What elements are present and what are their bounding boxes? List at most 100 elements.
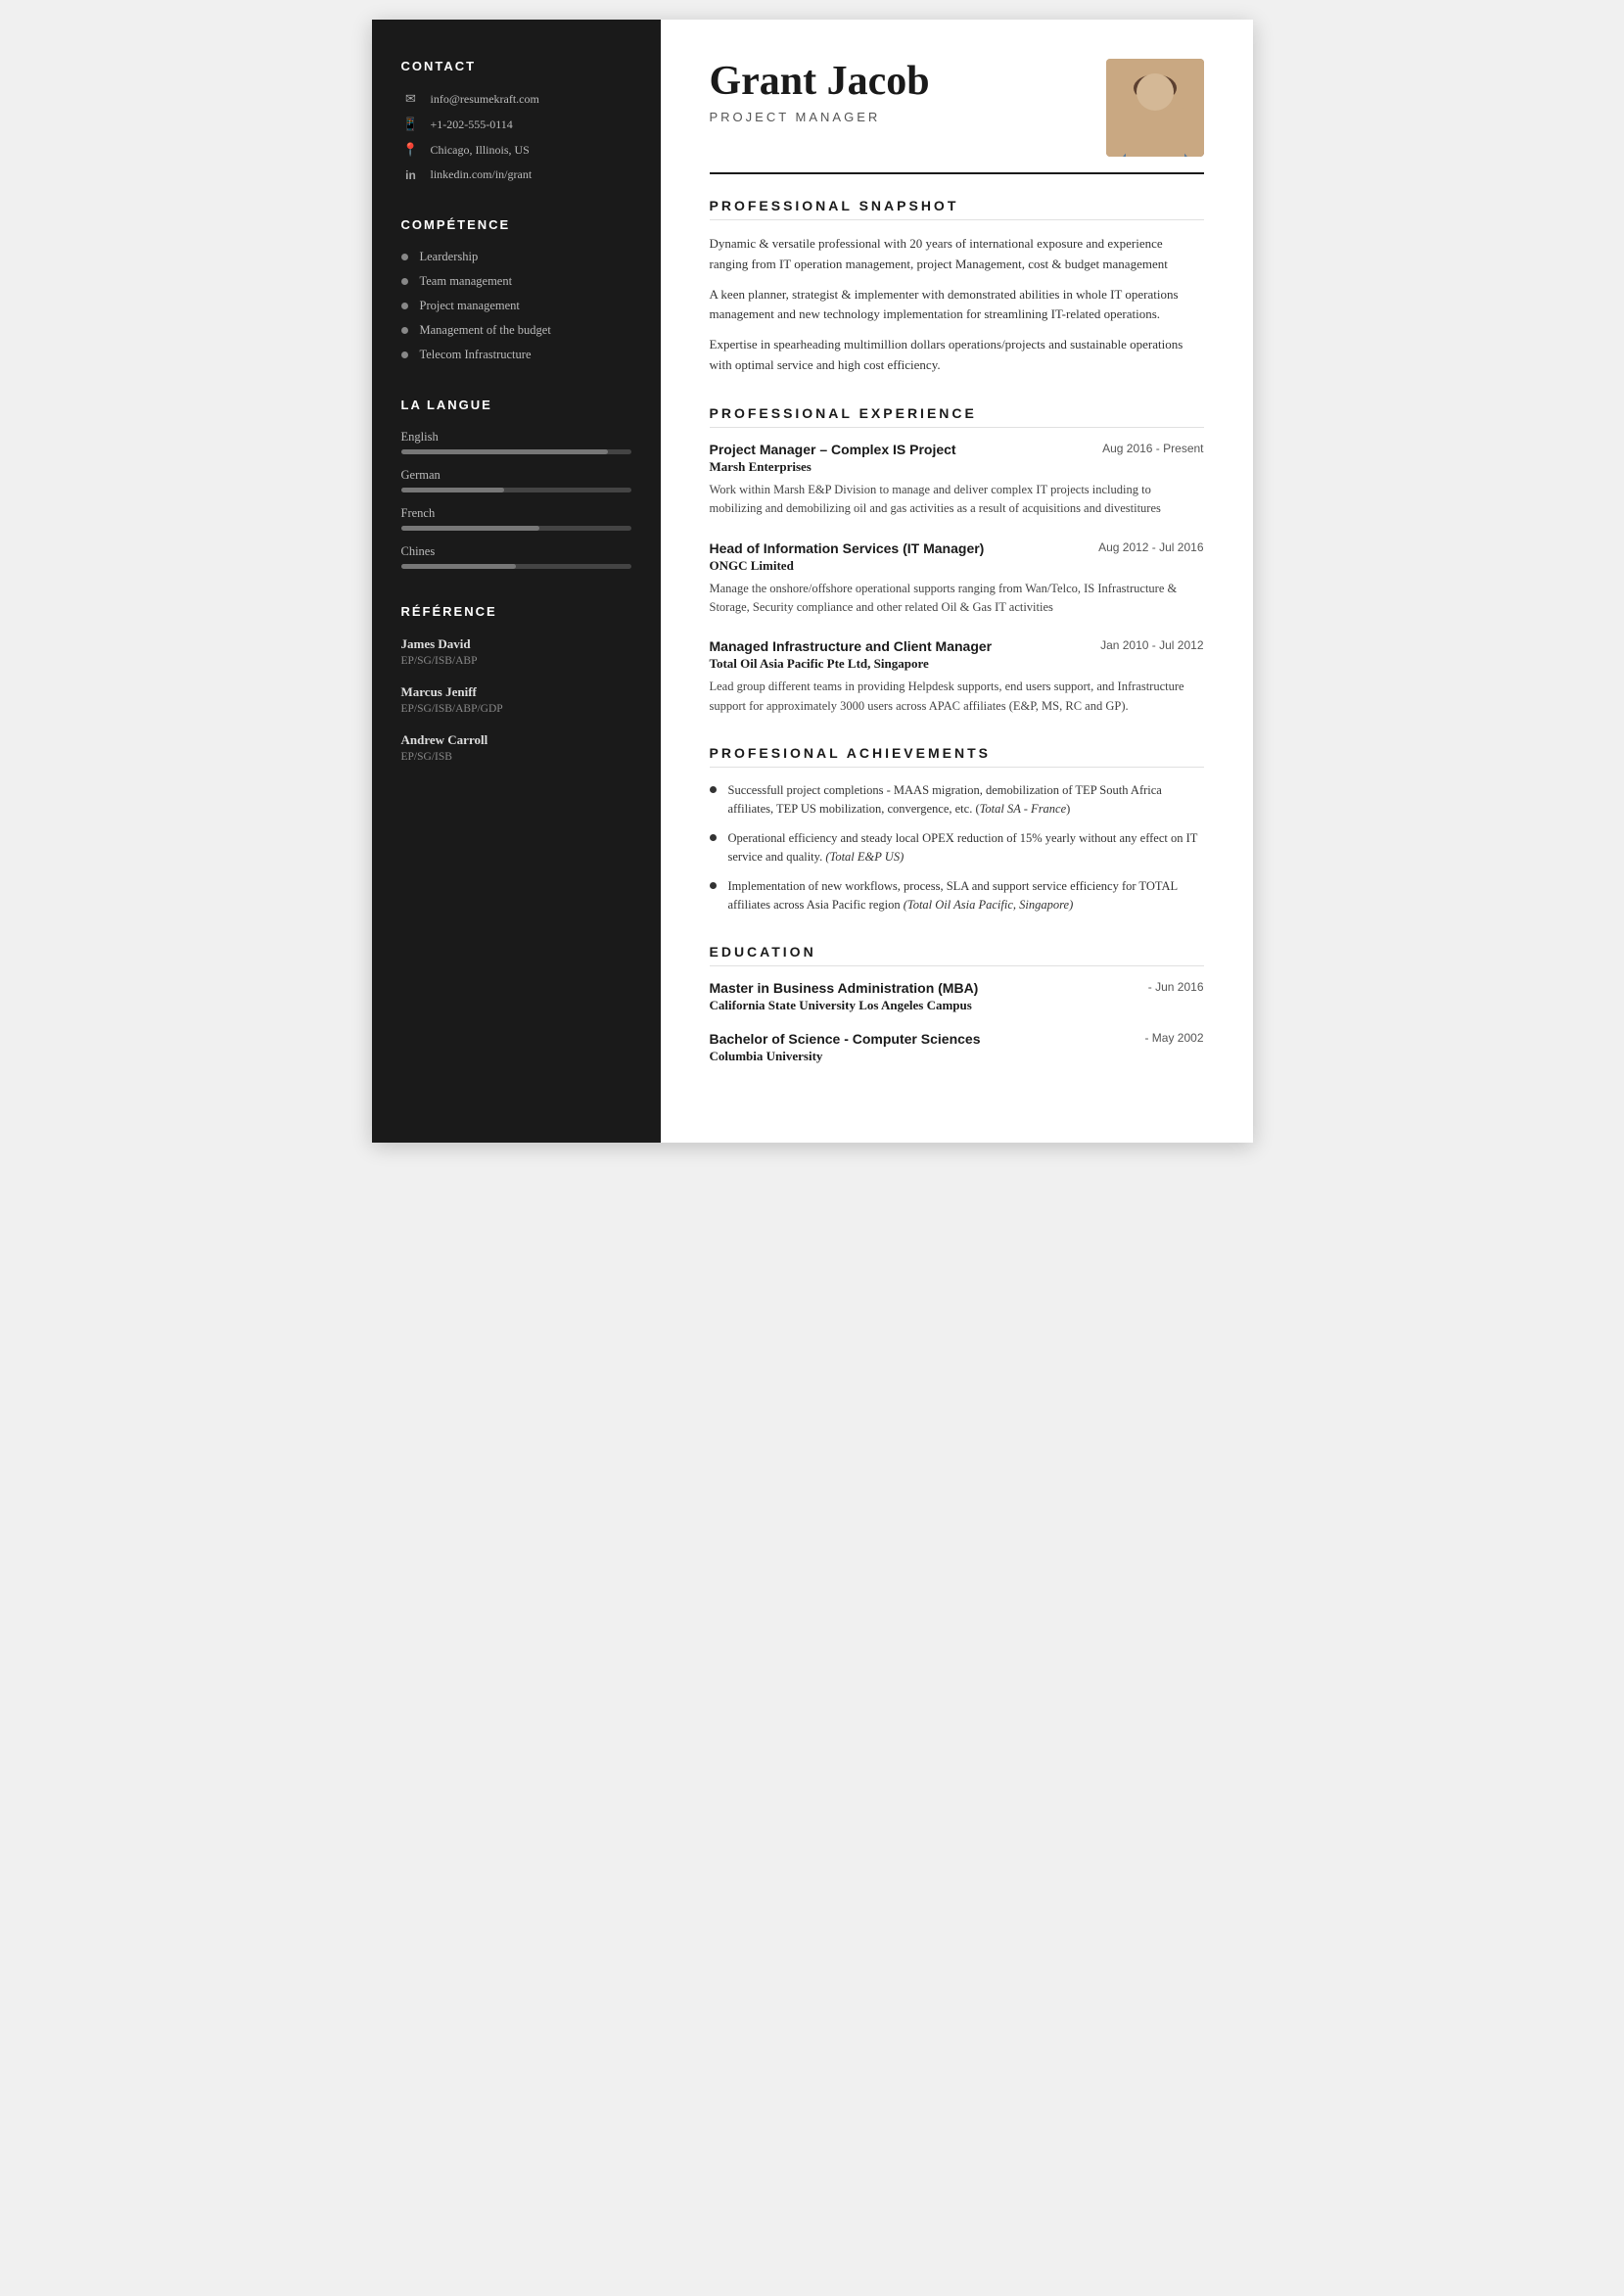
edu-school-1: Columbia University <box>710 1049 1204 1064</box>
education-section: EDUCATION Master in Business Administrat… <box>710 944 1204 1064</box>
lang-bar-bg <box>401 488 631 492</box>
experience-section: PROFESSIONAL EXPERIENCE Project Manager … <box>710 405 1204 716</box>
edu-header-1: Bachelor of Science - Computer Sciences … <box>710 1031 1204 1047</box>
exp-header-2: Managed Infrastructure and Client Manage… <box>710 638 1204 654</box>
exp-desc-0: Work within Marsh E&P Division to manage… <box>710 481 1204 519</box>
edu-degree-0: Master in Business Administration (MBA) <box>710 980 979 996</box>
profile-photo <box>1106 59 1204 157</box>
language-section: LA LANGUE English German French <box>401 398 631 569</box>
contact-section: CONTACT ✉ info@resumekraft.com 📱 +1-202-… <box>401 59 631 182</box>
contact-linkedin: in linkedin.com/in/grant <box>401 167 631 182</box>
edu-date-1: - May 2002 <box>1144 1031 1203 1045</box>
bullet-dot <box>401 327 408 334</box>
photo-placeholder <box>1106 59 1204 157</box>
snapshot-para-2: Expertise in spearheading multimillion d… <box>710 335 1204 376</box>
achievements-section: PROFESIONAL ACHIEVEMENTS Successfull pro… <box>710 745 1204 914</box>
exp-company-0: Marsh Enterprises <box>710 459 1204 475</box>
phone-icon: 📱 <box>401 117 421 132</box>
exp-header-0: Project Manager – Complex IS Project Aug… <box>710 442 1204 457</box>
reference-title: RÉFÉRENCE <box>401 604 631 619</box>
snapshot-section: PROFESSIONAL SNAPSHOT Dynamic & versatil… <box>710 198 1204 376</box>
education-title: EDUCATION <box>710 944 1204 966</box>
location-icon: 📍 <box>401 142 421 158</box>
ref-item-0: James David EP/SG/ISB/ABP <box>401 636 631 667</box>
exp-date-2: Jan 2010 - Jul 2012 <box>1100 638 1203 652</box>
competence-item-2: Project management <box>401 299 631 313</box>
ach-bullet-2 <box>710 882 717 889</box>
header-divider <box>710 172 1204 174</box>
lang-bar-fill <box>401 564 517 569</box>
contact-location: 📍 Chicago, Illinois, US <box>401 142 631 158</box>
snapshot-para-0: Dynamic & versatile professional with 20… <box>710 234 1204 275</box>
bullet-dot <box>401 278 408 285</box>
lang-english: English <box>401 430 631 454</box>
lang-french: French <box>401 506 631 531</box>
ach-italic-0: Total SA - France <box>980 802 1067 816</box>
ref-item-2: Andrew Carroll EP/SG/ISB <box>401 732 631 763</box>
main-content: Grant Jacob PROJECT MANAGER <box>661 20 1253 1143</box>
lang-bar-bg <box>401 526 631 531</box>
exp-desc-1: Manage the onshore/offshore operational … <box>710 580 1204 618</box>
lang-bar-bg <box>401 449 631 454</box>
experience-title: PROFESSIONAL EXPERIENCE <box>710 405 1204 428</box>
edu-degree-1: Bachelor of Science - Computer Sciences <box>710 1031 981 1047</box>
resume-container: CONTACT ✉ info@resumekraft.com 📱 +1-202-… <box>372 20 1253 1143</box>
language-title: LA LANGUE <box>401 398 631 412</box>
edu-date-0: - Jun 2016 <box>1148 980 1204 994</box>
photo-svg <box>1106 59 1204 157</box>
achievement-item-0: Successfull project completions - MAAS m… <box>710 781 1204 820</box>
ref-item-1: Marcus Jeniff EP/SG/ISB/ABP/GDP <box>401 684 631 715</box>
person-title: PROJECT MANAGER <box>710 110 930 124</box>
edu-item-1: Bachelor of Science - Computer Sciences … <box>710 1031 1204 1064</box>
bullet-dot <box>401 303 408 309</box>
snapshot-para-1: A keen planner, strategist & implementer… <box>710 285 1204 326</box>
lang-chines: Chines <box>401 544 631 569</box>
lang-bar-bg <box>401 564 631 569</box>
sidebar: CONTACT ✉ info@resumekraft.com 📱 +1-202-… <box>372 20 661 1143</box>
exp-date-1: Aug 2012 - Jul 2016 <box>1098 540 1203 554</box>
edu-header-0: Master in Business Administration (MBA) … <box>710 980 1204 996</box>
exp-job-title-1: Head of Information Services (IT Manager… <box>710 540 985 556</box>
ach-text-0: Successfull project completions - MAAS m… <box>728 781 1204 820</box>
edu-school-0: California State University Los Angeles … <box>710 998 1204 1013</box>
achievement-item-2: Implementation of new workflows, process… <box>710 877 1204 915</box>
achievements-title: PROFESIONAL ACHIEVEMENTS <box>710 745 1204 768</box>
linkedin-icon: in <box>401 168 421 182</box>
ach-text-1: Operational efficiency and steady local … <box>728 829 1204 867</box>
edu-item-0: Master in Business Administration (MBA) … <box>710 980 1204 1013</box>
lang-german: German <box>401 468 631 492</box>
lang-bar-fill <box>401 526 539 531</box>
exp-job-title-2: Managed Infrastructure and Client Manage… <box>710 638 993 654</box>
achievement-item-1: Operational efficiency and steady local … <box>710 829 1204 867</box>
ach-italic-1: (Total E&P US) <box>825 850 904 864</box>
exp-company-2: Total Oil Asia Pacific Pte Ltd, Singapor… <box>710 656 1204 672</box>
competence-item-4: Telecom Infrastructure <box>401 348 631 362</box>
competence-section: COMPÉTENCE Leardership Team management P… <box>401 217 631 362</box>
person-name: Grant Jacob <box>710 59 930 104</box>
ach-text-2: Implementation of new workflows, process… <box>728 877 1204 915</box>
exp-item-2: Managed Infrastructure and Client Manage… <box>710 638 1204 716</box>
name-area: Grant Jacob PROJECT MANAGER <box>710 59 930 124</box>
reference-section: RÉFÉRENCE James David EP/SG/ISB/ABP Marc… <box>401 604 631 763</box>
contact-email: ✉ info@resumekraft.com <box>401 91 631 107</box>
competence-item-1: Team management <box>401 274 631 289</box>
exp-item-0: Project Manager – Complex IS Project Aug… <box>710 442 1204 519</box>
competence-item-3: Management of the budget <box>401 323 631 338</box>
exp-job-title-0: Project Manager – Complex IS Project <box>710 442 956 457</box>
competence-title: COMPÉTENCE <box>401 217 631 232</box>
exp-date-0: Aug 2016 - Present <box>1102 442 1203 455</box>
snapshot-title: PROFESSIONAL SNAPSHOT <box>710 198 1204 220</box>
bullet-dot <box>401 254 408 260</box>
email-icon: ✉ <box>401 91 421 107</box>
contact-phone: 📱 +1-202-555-0114 <box>401 117 631 132</box>
lang-bar-fill <box>401 488 505 492</box>
exp-company-1: ONGC Limited <box>710 558 1204 574</box>
exp-item-1: Head of Information Services (IT Manager… <box>710 540 1204 618</box>
exp-header-1: Head of Information Services (IT Manager… <box>710 540 1204 556</box>
ach-italic-2: (Total Oil Asia Pacific, Singapore) <box>904 898 1074 912</box>
competence-item-0: Leardership <box>401 250 631 264</box>
contact-title: CONTACT <box>401 59 631 73</box>
lang-bar-fill <box>401 449 609 454</box>
bullet-dot <box>401 351 408 358</box>
resume-header: Grant Jacob PROJECT MANAGER <box>710 59 1204 157</box>
